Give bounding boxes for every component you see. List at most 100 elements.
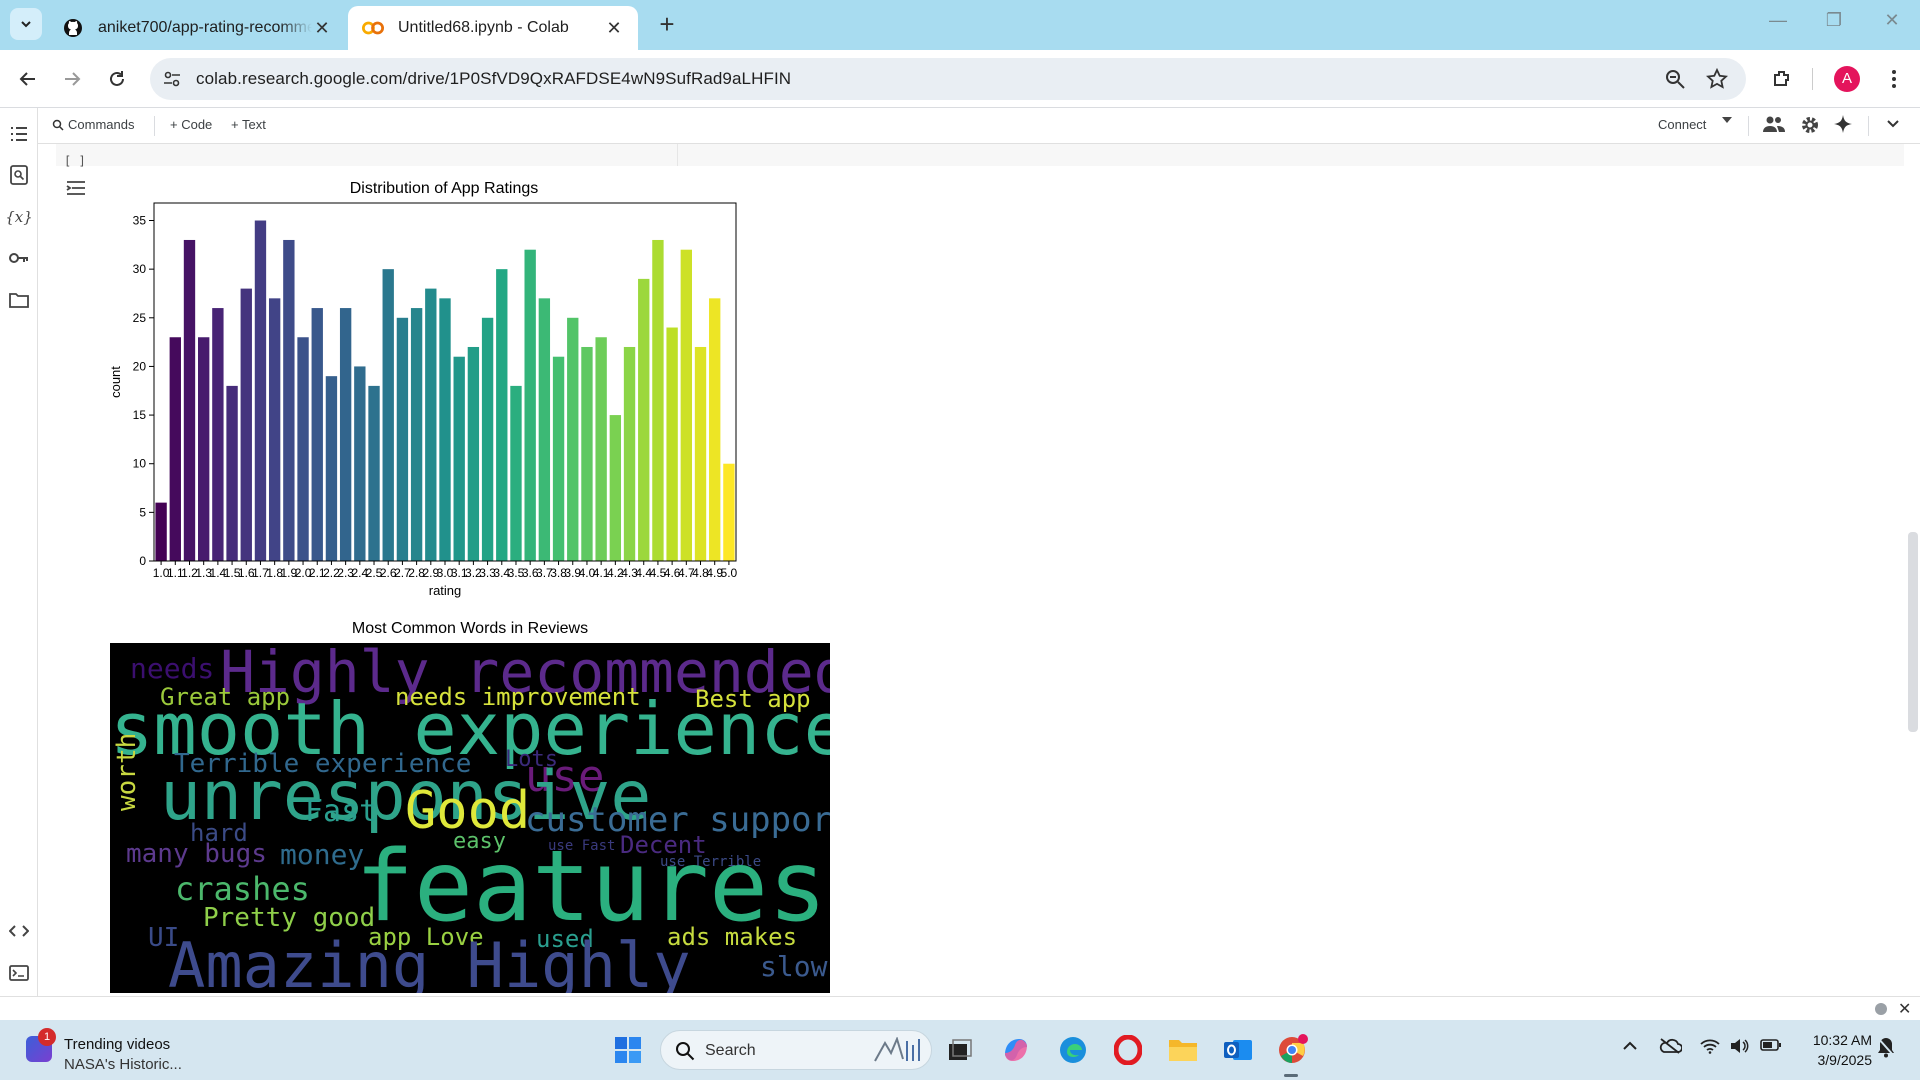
y-tick-label: 5 <box>139 505 146 519</box>
files-folder-icon[interactable] <box>7 288 31 312</box>
bar-4.1 <box>595 337 607 561</box>
connect-button[interactable]: Connect <box>1658 117 1706 132</box>
variables-icon[interactable]: {x} <box>5 205 33 229</box>
bar-1.6 <box>240 288 252 561</box>
add-code-cell-button[interactable]: + Code <box>170 117 212 132</box>
chrome-icon[interactable] <box>1274 1032 1310 1068</box>
bookmark-star-icon[interactable] <box>1705 67 1730 92</box>
close-icon[interactable]: ✕ <box>604 18 624 39</box>
bar-5.0 <box>723 463 735 561</box>
close-icon[interactable]: ✕ <box>1898 999 1911 1019</box>
cell-run-indicator[interactable]: [ ] <box>64 154 86 168</box>
y-tick-label: 15 <box>133 408 147 422</box>
forward-icon[interactable] <box>56 63 88 95</box>
address-bar[interactable]: colab.research.google.com/drive/1P0SfVD9… <box>150 58 1746 100</box>
system-clock[interactable]: 10:32 AM 3/9/2025 <box>1800 1030 1872 1070</box>
bar-2.5 <box>368 385 380 561</box>
github-icon <box>62 17 84 39</box>
search-icon <box>52 119 64 131</box>
notifications-bell-icon[interactable] <box>1876 1036 1896 1061</box>
bar-4.0 <box>581 346 593 561</box>
volume-icon[interactable] <box>1730 1038 1750 1057</box>
code-snippets-icon[interactable] <box>7 919 31 943</box>
wordcloud-image: needs Highly recommended Great app needs im… <box>110 643 830 993</box>
secrets-key-icon[interactable] <box>7 246 31 270</box>
page-scrollbar[interactable] <box>1908 532 1918 732</box>
back-icon[interactable] <box>12 63 44 95</box>
reload-icon[interactable] <box>101 63 133 95</box>
bar-4.7 <box>680 249 692 561</box>
bar-1.7 <box>254 220 267 561</box>
news-widget[interactable]: 1 Trending videos NASA's Historic... <box>24 1028 224 1073</box>
edge-icon[interactable] <box>1055 1032 1091 1068</box>
zoom-icon[interactable] <box>1664 68 1688 92</box>
terminal-icon[interactable] <box>7 961 31 985</box>
bar-3.1 <box>453 356 465 561</box>
add-text-cell-button[interactable]: + Text <box>231 117 266 132</box>
menu-kebab-icon[interactable] <box>1878 63 1910 95</box>
copilot-icon[interactable] <box>998 1032 1034 1068</box>
bar-4.5 <box>652 239 664 561</box>
bar-2.2 <box>325 376 338 561</box>
connect-dropdown-icon[interactable] <box>1722 117 1732 123</box>
notification-badge: 1 <box>38 1028 56 1046</box>
news-subtitle: NASA's Historic... <box>64 1056 182 1073</box>
extensions-icon[interactable] <box>1766 63 1798 95</box>
site-settings-icon[interactable] <box>162 69 182 94</box>
code-cell-editor[interactable] <box>56 144 1904 166</box>
collapse-toolbar-icon[interactable] <box>1886 116 1900 130</box>
bar-2.3 <box>339 308 352 561</box>
bar-3.6 <box>524 249 536 561</box>
gemini-sparkle-icon[interactable] <box>1834 115 1852 133</box>
tray-overflow-icon[interactable] <box>1622 1038 1638 1054</box>
taskbar-search[interactable]: Search <box>660 1030 932 1070</box>
bar-3.9 <box>567 317 579 561</box>
settings-gear-icon[interactable] <box>1800 115 1820 135</box>
wifi-icon[interactable] <box>1700 1038 1720 1057</box>
word-worth: worth <box>112 732 142 811</box>
bar-4.6 <box>666 327 678 561</box>
share-people-icon[interactable] <box>1762 115 1786 133</box>
bar-1.2 <box>183 239 196 561</box>
colab-left-rail: {x} <box>0 108 38 1020</box>
bar-2.1 <box>311 308 323 561</box>
browser-tab-strip: aniket700/app-rating-recomme ✕ Untitled6… <box>0 0 1920 50</box>
clock-date: 3/9/2025 <box>1817 1052 1873 1068</box>
find-icon[interactable] <box>7 163 31 187</box>
restore-icon[interactable]: ❐ <box>1814 10 1854 40</box>
task-view-icon[interactable] <box>942 1032 978 1068</box>
bar-4.9 <box>709 298 721 561</box>
y-axis-label: count <box>108 366 123 398</box>
table-of-contents-icon[interactable] <box>7 122 31 146</box>
chevron-down-icon <box>21 21 31 28</box>
y-tick-label: 30 <box>133 262 147 276</box>
status-strip: ✕ <box>0 996 1920 1020</box>
new-tab-button[interactable]: + <box>652 10 682 40</box>
bar-3.4 <box>496 269 508 561</box>
file-explorer-icon[interactable] <box>1165 1032 1201 1068</box>
bar-1.9 <box>283 239 295 561</box>
window-close-icon[interactable]: ✕ <box>1872 10 1912 40</box>
profile-avatar[interactable]: A <box>1834 66 1860 92</box>
url-text: colab.research.google.com/drive/1P0SfVD9… <box>196 69 792 88</box>
bar-3.7 <box>538 298 551 561</box>
bar-2.8 <box>410 308 423 561</box>
x-axis-label: rating <box>429 583 462 598</box>
output-toggle-icon[interactable] <box>66 180 86 201</box>
cell-divider <box>677 144 678 166</box>
tab-colab[interactable]: Untitled68.ipynb - Colab ✕ <box>348 6 638 50</box>
bar-3.0 <box>439 298 451 561</box>
tab-github[interactable]: aniket700/app-rating-recomme ✕ <box>48 6 346 50</box>
battery-icon[interactable] <box>1760 1038 1782 1055</box>
minimize-icon[interactable]: — <box>1758 10 1798 40</box>
tab-search-dropdown[interactable] <box>10 8 42 40</box>
windows-start-icon[interactable] <box>610 1032 646 1068</box>
onedrive-sync-icon[interactable] <box>1658 1038 1683 1057</box>
toolbar-divider <box>1748 116 1749 136</box>
outlook-icon[interactable] <box>1220 1032 1256 1068</box>
bar-1.4 <box>212 308 224 561</box>
commands-button[interactable]: Commands <box>52 117 134 132</box>
opera-icon[interactable] <box>1110 1032 1146 1068</box>
close-icon[interactable]: ✕ <box>312 18 332 39</box>
bar-1.0 <box>155 502 167 561</box>
